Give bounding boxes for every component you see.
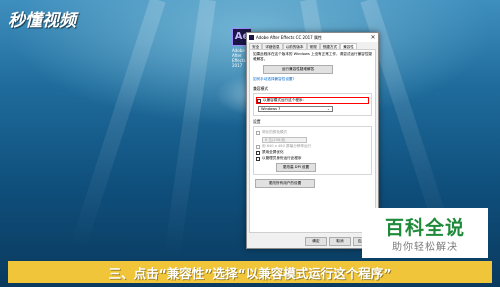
compatibility-panel: 如果此程序在这个版本的 Windows 上没有正常工作，请尝试运行兼容性疑难解答… xyxy=(249,49,376,233)
checkbox-box[interactable] xyxy=(256,156,260,161)
reduced-color-label: 简化的颜色模式 xyxy=(262,130,288,134)
run-troubleshooter-button[interactable]: 运行兼容性疑难解答 xyxy=(263,65,333,74)
color-depth-value: 8 位(256)色 xyxy=(265,137,286,142)
instruction-caption-bar: 三、点击“兼容性”选择“以兼容模式运行这个程序” xyxy=(8,261,492,283)
cancel-button[interactable]: 取消 xyxy=(329,237,351,246)
color-depth-select[interactable]: 8 位(256)色 xyxy=(262,137,307,143)
video-watermark: 秒懂视频 xyxy=(8,11,76,31)
change-dpi-button[interactable]: 更改高 DPI 设置 xyxy=(276,163,316,172)
compat-mode-group-title: 兼容模式 xyxy=(253,86,269,91)
chevron-down-icon: ⌄ xyxy=(326,107,330,111)
os-version-value: Windows 7 xyxy=(261,107,281,111)
app-icon xyxy=(249,35,254,40)
checkbox-box[interactable] xyxy=(256,144,260,149)
run-as-admin-label: 以管理员身份运行此程序 xyxy=(262,156,302,160)
light-ray xyxy=(70,0,166,250)
resolution-checkbox[interactable]: 用 640 x 480 屏幕分辨率运行 xyxy=(256,144,369,149)
fullscreen-opt-checkbox[interactable]: 禁用全屏优化 xyxy=(256,150,369,155)
checkbox-box[interactable] xyxy=(257,98,261,103)
compat-mode-checkbox[interactable]: 以兼容模式运行这个程序: xyxy=(256,97,369,104)
properties-dialog: Adobe After Effects CC 2017 属性 ✕ 安全 详细信息… xyxy=(246,32,379,249)
run-as-admin-checkbox[interactable]: 以管理员身份运行此程序 xyxy=(256,156,369,161)
manual-settings-link[interactable]: 如何手动选择兼容性设置? xyxy=(253,77,372,82)
instruction-caption: 三、点击“兼容性”选择“以兼容模式运行这个程序” xyxy=(108,265,392,281)
fullscreen-opt-label: 禁用全屏优化 xyxy=(262,150,284,154)
baike-badge: 百科全说 助你轻松解决 xyxy=(362,208,488,258)
checkbox-box[interactable] xyxy=(256,130,260,135)
dialog-footer: 确定 取消 应用(A) xyxy=(247,237,378,246)
badge-subtitle: 助你轻松解决 xyxy=(392,242,458,253)
compat-mode-label: 以兼容模式运行这个程序: xyxy=(263,98,304,102)
ok-button[interactable]: 确定 xyxy=(305,237,327,246)
compat-mode-group: 以兼容模式运行这个程序: Windows 7 ⌄ xyxy=(253,93,372,116)
checkbox-box[interactable] xyxy=(256,150,260,155)
os-version-select[interactable]: Windows 7 ⌄ xyxy=(258,106,333,112)
change-all-users-button[interactable]: 更改所有用户的设置 xyxy=(255,179,315,188)
reduced-color-checkbox[interactable]: 简化的颜色模式 xyxy=(256,130,369,135)
badge-title: 百科全说 xyxy=(384,217,465,239)
settings-group-title: 设置 xyxy=(253,119,261,124)
compatibility-description: 如果此程序在这个版本的 Windows 上没有正常工作，请尝试运行兼容性疑难解答… xyxy=(253,52,372,61)
settings-group: 简化的颜色模式 8 位(256)色 用 640 x 480 屏幕分辨率运行 禁用… xyxy=(253,126,372,175)
dialog-titlebar: Adobe After Effects CC 2017 属性 ✕ xyxy=(247,33,378,42)
resolution-label: 用 640 x 480 屏幕分辨率运行 xyxy=(262,144,312,148)
dialog-title: Adobe After Effects CC 2017 属性 xyxy=(256,34,322,40)
dialog-tabs: 安全 详细信息 以前的版本 常规 快捷方式 兼容性 xyxy=(247,42,378,49)
close-icon[interactable]: ✕ xyxy=(370,34,376,41)
light-ray xyxy=(163,0,216,259)
